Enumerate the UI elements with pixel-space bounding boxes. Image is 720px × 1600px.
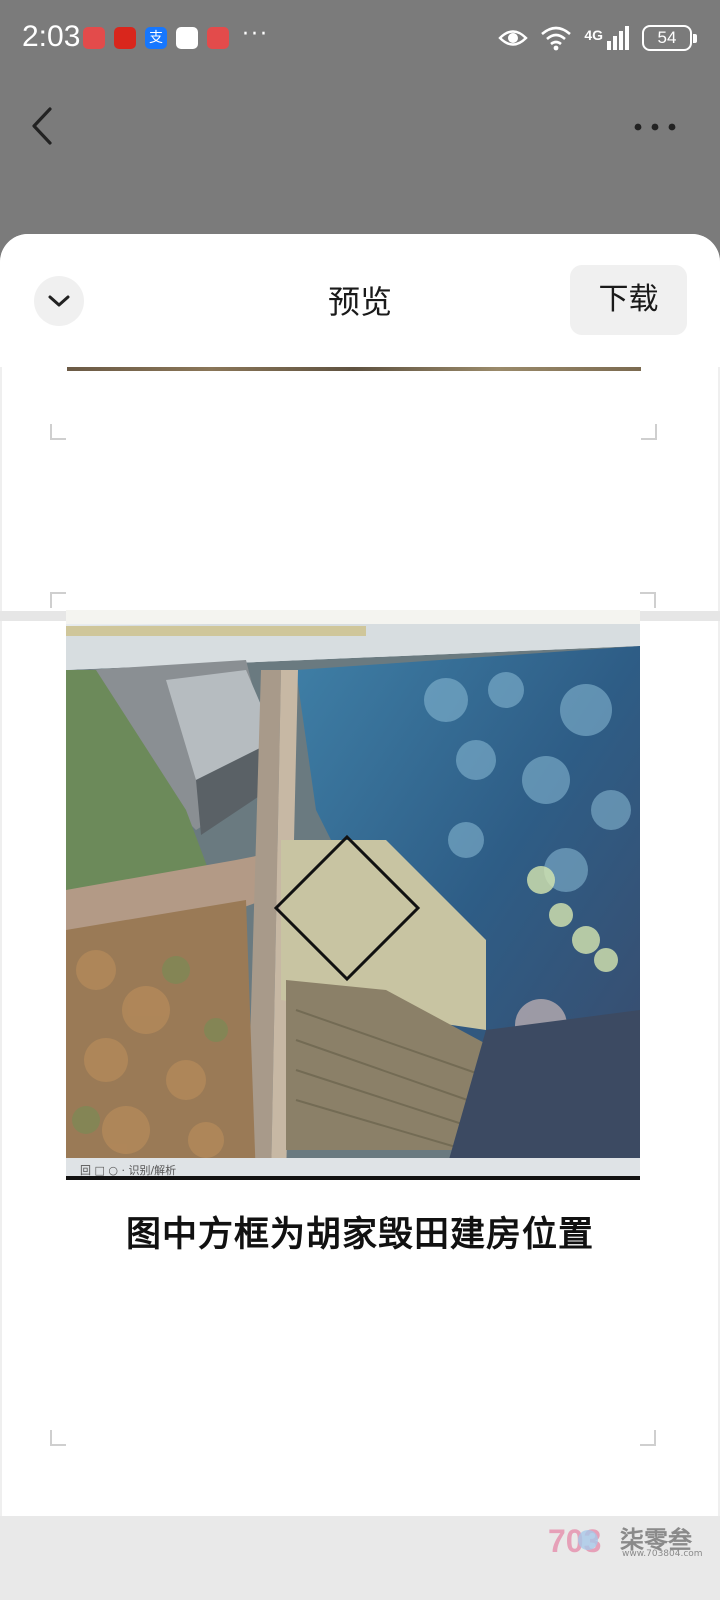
photo-toolbar-text: 回 □ ○ · 识别/解析 [80,1163,176,1177]
system-icons: 4G 54 [498,22,697,54]
page-corner-mark [50,1430,66,1446]
more-notifications-icon: ··· [242,22,269,47]
aerial-photo-image: 回 □ ○ · 识别/解析 [66,610,640,1180]
watermark-url: www.703804.com [622,1549,703,1559]
watermark: 703 柒零叁 www.703804.com [548,1520,704,1560]
signal-icon [607,26,629,50]
photo-caption: 图中方框为胡家毁田建房位置 [125,1215,594,1255]
page-corner-mark [50,592,66,608]
network-label: 4G [584,27,603,43]
more-options-button[interactable] [630,112,680,142]
battery-indicator: 54 [642,25,697,51]
wifi-icon [541,26,572,51]
chevron-left-icon [32,107,52,145]
download-button[interactable]: 下载 [570,265,687,335]
page-corner-mark [640,1430,656,1446]
back-button[interactable] [26,104,60,148]
more-horizontal-icon [634,123,676,131]
mobile-icon [176,27,198,49]
app-notification-icon [83,27,105,49]
aerial-photo: 回 □ ○ · 识别/解析 [66,610,640,1180]
page-corner-mark [641,424,657,440]
photo-edge [67,367,641,371]
status-bar: 2:03 支 ··· 4G 54 [0,0,720,76]
watermark-logo-icon: 703 [548,1523,601,1559]
eye-icon [498,30,529,46]
page-corner-mark [640,592,656,608]
sheet-header: 预览 下载 [0,234,720,367]
network-type: 4G [584,25,630,51]
app-notification-icon [114,27,136,49]
page-corner-mark [50,424,66,440]
alipay-icon: 支 [145,27,167,49]
app-notification-icon [207,27,229,49]
status-time: 2:03 [22,20,81,53]
